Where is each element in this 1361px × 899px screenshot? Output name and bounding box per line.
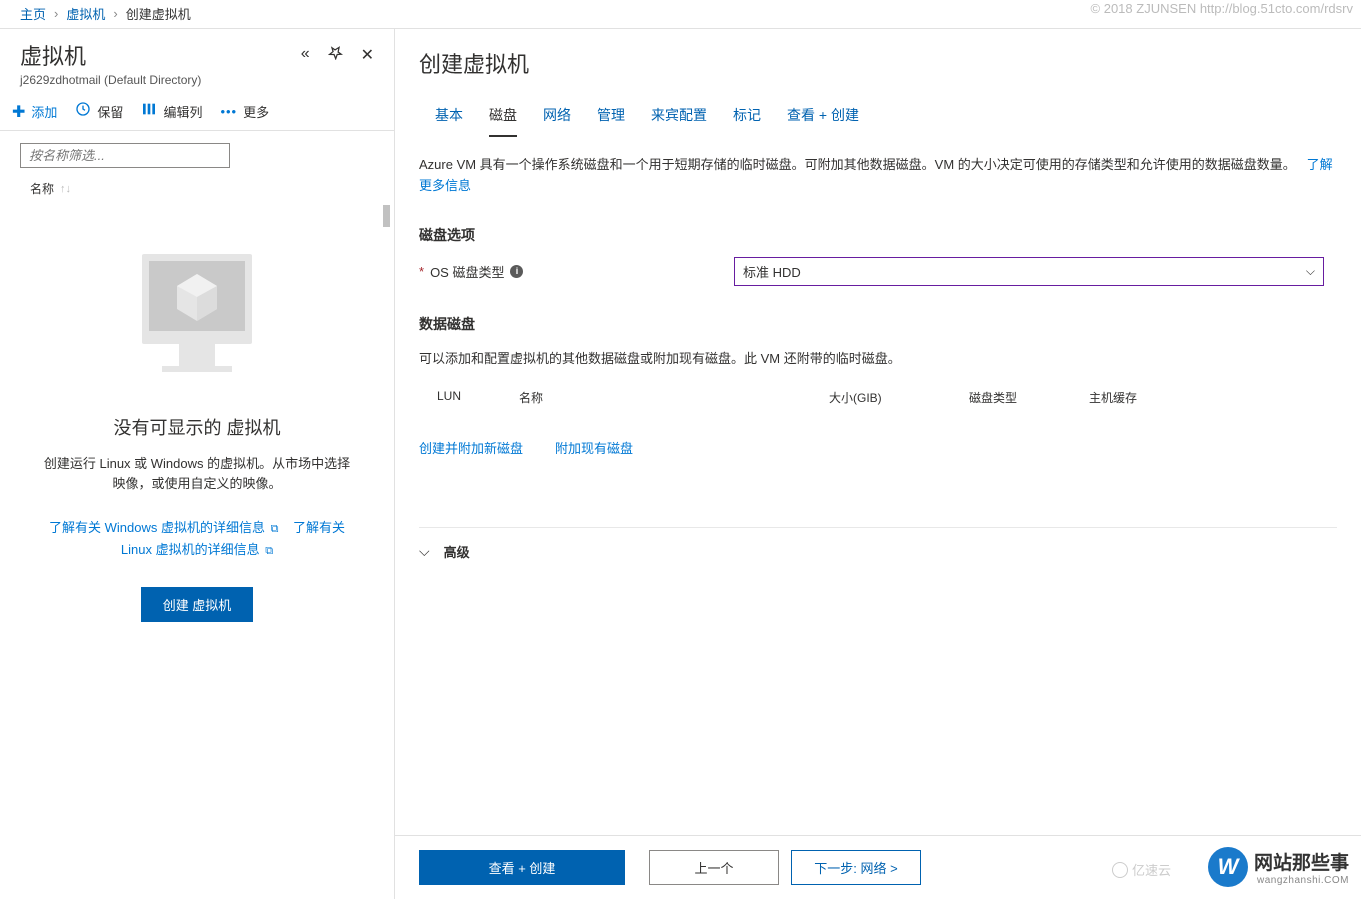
windows-vm-link[interactable]: 了解有关 Windows 虚拟机的详细信息 ⧉	[49, 520, 278, 535]
info-icon[interactable]: i	[510, 265, 523, 278]
tab-review[interactable]: 查看 + 创建	[787, 105, 859, 137]
tab-description: Azure VM 具有一个操作系统磁盘和一个用于短期存储的临时磁盘。可附加其他数…	[419, 155, 1337, 197]
breadcrumb-sep-icon: ›	[113, 6, 117, 21]
empty-state: 没有可显示的 虚拟机 创建运行 Linux 或 Windows 的虚拟机。从市场…	[0, 205, 394, 899]
filter-input[interactable]	[20, 143, 230, 168]
tab-tag[interactable]: 标记	[733, 105, 761, 137]
next-button[interactable]: 下一步: 网络 >	[791, 850, 921, 885]
os-disk-type-select[interactable]: 标准 HDD ⌵	[734, 257, 1324, 286]
os-disk-type-label: * OS 磁盘类型 i	[419, 262, 734, 281]
tab-disk[interactable]: 磁盘	[489, 105, 517, 137]
pin-icon[interactable]	[328, 45, 343, 65]
plus-icon: ✚	[12, 102, 25, 122]
chevron-down-icon: ⌵	[1306, 264, 1315, 279]
vm-list-panel: 虚拟机 « ✕ j2629zdhotmail (Default Director…	[0, 29, 395, 899]
columns-icon	[141, 101, 157, 122]
clock-icon	[75, 101, 91, 122]
page-title: 创建虚拟机	[419, 47, 1337, 79]
previous-button[interactable]: 上一个	[649, 850, 779, 885]
col-size: 大小(GIB)	[829, 389, 969, 406]
empty-description: 创建运行 Linux 或 Windows 的虚拟机。从市场中选择映像，或使用自定…	[20, 454, 374, 493]
collapse-icon[interactable]: «	[301, 45, 310, 65]
col-name: 名称	[519, 389, 829, 406]
tab-network[interactable]: 网络	[543, 105, 571, 137]
more-button[interactable]: ••• 更多	[220, 102, 269, 121]
col-lun: LUN	[419, 389, 519, 406]
toolbar: ✚ 添加 保留 编辑列 ••• 更多	[0, 93, 394, 131]
advanced-toggle[interactable]: ⌵ 高级	[419, 527, 1337, 561]
review-create-button[interactable]: 查看 + 创建	[419, 850, 625, 885]
create-attach-disk-link[interactable]: 创建并附加新磁盘	[419, 438, 523, 457]
chevron-down-icon: ⌵	[419, 543, 430, 560]
col-type: 磁盘类型	[969, 389, 1089, 406]
breadcrumb-home[interactable]: 主页	[20, 4, 46, 23]
tab-basic[interactable]: 基本	[435, 105, 463, 137]
data-disk-description: 可以添加和配置虚拟机的其他数据磁盘或附加现有磁盘。此 VM 还附带的临时磁盘。	[419, 348, 1337, 367]
breadcrumb-create: 创建虚拟机	[126, 4, 191, 23]
section-data-disks: 数据磁盘	[419, 314, 1337, 334]
panel-title: 虚拟机	[20, 39, 301, 71]
close-icon[interactable]: ✕	[361, 45, 374, 65]
vm-placeholder-icon	[117, 239, 277, 392]
external-link-icon: ⧉	[265, 545, 273, 557]
section-disk-options: 磁盘选项	[419, 225, 1337, 245]
external-link-icon: ⧉	[271, 523, 279, 535]
create-vm-button[interactable]: 创建 虚拟机	[141, 587, 254, 622]
scrollbar-thumb[interactable]	[383, 205, 390, 227]
keep-button[interactable]: 保留	[75, 101, 123, 122]
edit-columns-button[interactable]: 编辑列	[141, 101, 202, 122]
sort-icon: ↑↓	[60, 183, 71, 195]
disk-table-header: LUN 名称 大小(GIB) 磁盘类型 主机缓存	[419, 385, 1337, 410]
tab-guest[interactable]: 来宾配置	[651, 105, 707, 137]
watermark-text: © 2018 ZJUNSEN http://blog.51cto.com/rds…	[1091, 1, 1353, 16]
wizard-tabs: 基本 磁盘 网络 管理 来宾配置 标记 查看 + 创建	[419, 87, 1337, 137]
column-header-name[interactable]: 名称 ↑↓	[0, 172, 394, 205]
attach-existing-disk-link[interactable]: 附加现有磁盘	[555, 438, 633, 457]
breadcrumb-vm[interactable]: 虚拟机	[66, 4, 105, 23]
wizard-footer: 查看 + 创建 上一个 下一步: 网络 >	[395, 835, 1361, 899]
breadcrumb-sep-icon: ›	[54, 6, 58, 21]
create-vm-panel: © 2018 ZJUNSEN http://blog.51cto.com/rds…	[395, 29, 1361, 899]
panel-subtitle: j2629zdhotmail (Default Directory)	[20, 73, 374, 87]
required-icon: *	[419, 264, 424, 279]
tab-manage[interactable]: 管理	[597, 105, 625, 137]
add-button[interactable]: ✚ 添加	[12, 102, 57, 122]
ellipsis-icon: •••	[220, 104, 237, 119]
empty-title: 没有可显示的 虚拟机	[113, 414, 280, 440]
col-cache: 主机缓存	[1089, 389, 1189, 406]
